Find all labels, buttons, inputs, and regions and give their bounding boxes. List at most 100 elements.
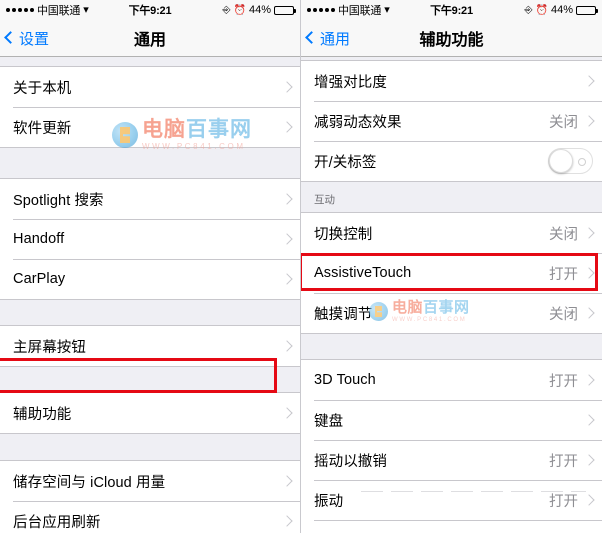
row-carplay[interactable]: CarPlay: [0, 259, 300, 299]
row-label: 减弱动态效果: [314, 114, 402, 131]
list-spacer: [0, 57, 300, 66]
row-reduce-motion[interactable]: 减弱动态效果 关闭: [301, 101, 602, 141]
on-off-labels-toggle[interactable]: [548, 148, 593, 174]
row-label: 音频通话方式: [314, 530, 549, 533]
chevron-right-icon: [281, 233, 293, 245]
row-value: 打开: [549, 266, 578, 283]
rotation-lock-icon: ⎆: [524, 4, 533, 16]
chevron-right-icon: [583, 374, 595, 386]
status-bar-right-group: ⎆ ⏰ 44%: [524, 4, 598, 16]
battery-icon: [576, 5, 598, 15]
list-spacer: [0, 148, 300, 178]
chevron-left-icon: [305, 31, 318, 44]
nav-bar-left: 设置 通用: [0, 20, 300, 57]
list-spacer: [301, 334, 602, 359]
chevron-right-icon: [583, 494, 595, 506]
row-label: 关于本机: [13, 80, 72, 97]
settings-group-physical: 3D Touch 打开 键盘 摇动以撤销 打开 振动 打开: [301, 359, 602, 533]
row-about[interactable]: 关于本机: [0, 67, 300, 107]
row-value: 关闭: [549, 226, 578, 243]
row-label: 软件更新: [13, 120, 72, 137]
row-label: 切换控制: [314, 226, 373, 243]
chevron-right-icon: [281, 407, 293, 419]
settings-group-storage: 储存空间与 iCloud 用量 后台应用刷新: [0, 460, 300, 533]
row-value: 打开: [549, 453, 578, 470]
row-value: 关闭: [549, 114, 578, 131]
battery-percent-label: 44%: [550, 4, 573, 16]
row-value: 打开: [549, 373, 578, 390]
row-background-refresh[interactable]: 后台应用刷新: [0, 501, 300, 533]
section-header-spacer: 互动: [301, 182, 602, 212]
chevron-right-icon: [281, 121, 293, 133]
chevron-right-icon: [583, 227, 595, 239]
row-spotlight-search[interactable]: Spotlight 搜索: [0, 179, 300, 219]
row-label: 增强对比度: [314, 74, 387, 91]
section-header-interaction: 互动: [314, 194, 335, 206]
chevron-right-icon: [281, 340, 293, 352]
settings-group-vision: 增强对比度 减弱动态效果 关闭 开/关标签: [301, 60, 602, 182]
row-label: 3D Touch: [314, 372, 376, 388]
settings-group-search: Spotlight 搜索 Handoff CarPlay: [0, 178, 300, 300]
settings-group-accessibility: 辅助功能: [0, 392, 300, 434]
row-3d-touch[interactable]: 3D Touch 打开: [301, 360, 602, 400]
battery-icon: [274, 5, 296, 15]
row-touch-accommodations[interactable]: 触摸调节 关闭: [301, 293, 602, 333]
row-value: 打开: [549, 493, 578, 510]
chevron-right-icon: [583, 414, 595, 426]
row-label: 摇动以撤销: [314, 453, 387, 470]
back-button-settings[interactable]: 设置: [0, 28, 49, 49]
row-increase-contrast[interactable]: 增强对比度: [301, 61, 602, 101]
back-button-general[interactable]: 通用: [301, 28, 350, 49]
left-phone-screen: 中国联通 ▾ 下午9:21 ⎆ ⏰ 44% 设置 通用 电脑百事网 WWW.PC…: [0, 0, 301, 533]
row-label: Spotlight 搜索: [13, 192, 104, 209]
row-value: 关闭: [549, 306, 578, 323]
chevron-right-icon: [281, 475, 293, 487]
rotation-lock-icon: ⎆: [222, 4, 231, 16]
right-phone-screen: 中国联通 ▾ 下午9:21 ⎆ ⏰ 44% 通用 辅助功能 电脑百事网 WWW.…: [301, 0, 602, 533]
chevron-right-icon: [281, 193, 293, 205]
row-home-button[interactable]: 主屏幕按钮: [0, 326, 300, 366]
row-storage-icloud[interactable]: 储存空间与 iCloud 用量: [0, 461, 300, 501]
row-software-update[interactable]: 软件更新: [0, 107, 300, 147]
list-spacer: [0, 367, 300, 392]
back-button-label: 通用: [320, 30, 351, 48]
accessibility-list: 电脑百事网 WWW.PC841.COM 增强对比度 减弱动态效果 关闭 开/关标…: [301, 57, 602, 533]
back-button-label: 设置: [19, 30, 50, 48]
chevron-right-icon: [583, 267, 595, 279]
row-label: 触摸调节: [314, 306, 373, 323]
chevron-right-icon: [583, 307, 595, 319]
list-spacer: [0, 300, 300, 325]
row-label: Handoff: [13, 231, 65, 247]
chevron-right-icon: [281, 273, 293, 285]
row-label: 振动: [314, 493, 344, 510]
status-bar-right: 中国联通 ▾ 下午9:21 ⎆ ⏰ 44%: [301, 0, 602, 20]
alarm-clock-icon: ⏰: [535, 4, 548, 16]
row-keyboard[interactable]: 键盘: [301, 400, 602, 440]
chevron-left-icon: [4, 31, 17, 44]
row-label: 开/关标签: [314, 154, 377, 171]
settings-group-home-button: 主屏幕按钮: [0, 325, 300, 367]
row-vibration[interactable]: 振动 打开: [301, 480, 602, 520]
row-call-audio-routing[interactable]: 音频通话方式 自动: [301, 520, 602, 533]
chevron-right-icon: [281, 515, 293, 527]
row-label: 储存空间与 iCloud 用量: [13, 474, 166, 491]
row-shake-to-undo[interactable]: 摇动以撤销 打开: [301, 440, 602, 480]
list-spacer: [0, 434, 300, 460]
row-label: 辅助功能: [13, 406, 72, 423]
nav-bar-right: 通用 辅助功能: [301, 20, 602, 57]
row-label: 后台应用刷新: [13, 514, 101, 531]
settings-group-device: 关于本机 软件更新: [0, 66, 300, 148]
chevron-right-icon: [583, 454, 595, 466]
status-bar-right-group: ⎆ ⏰ 44%: [222, 4, 296, 16]
battery-percent-label: 44%: [248, 4, 271, 16]
alarm-clock-icon: ⏰: [233, 4, 246, 16]
row-value: 自动: [549, 530, 578, 533]
row-handoff[interactable]: Handoff: [0, 219, 300, 259]
row-on-off-labels[interactable]: 开/关标签: [301, 141, 602, 181]
row-accessibility[interactable]: 辅助功能: [0, 393, 300, 433]
row-assistive-touch[interactable]: AssistiveTouch 打开: [301, 253, 602, 293]
row-label: AssistiveTouch: [314, 265, 412, 281]
row-label: CarPlay: [13, 271, 66, 287]
toggle-knob: [549, 149, 573, 173]
row-switch-control[interactable]: 切换控制 关闭: [301, 213, 602, 253]
